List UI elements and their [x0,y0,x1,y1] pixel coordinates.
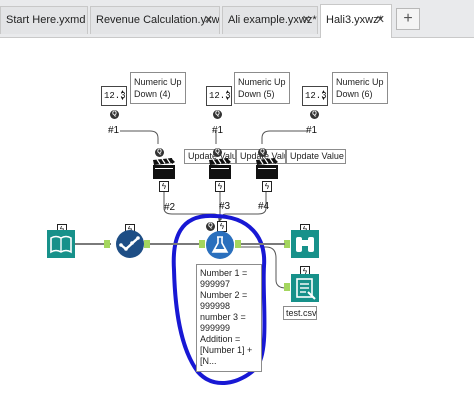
question-anchor-icon[interactable]: Q [258,148,267,157]
numeric-up-down-icon[interactable]: 12.3 ▲ ▼ [302,86,328,106]
connection-label: #4 [258,201,270,212]
tab-close-icon[interactable]: ✕ [376,5,385,35]
question-anchor-icon[interactable]: Q [206,222,215,231]
question-anchor-icon[interactable]: Q [110,110,119,119]
tool-annotation: Update Value [286,149,346,164]
tab-start-here[interactable]: Start Here.yxmd [0,6,88,34]
question-anchor-icon[interactable]: Q [213,110,222,119]
tool-annotation: Numeric Up Down (6) [332,72,388,104]
select-checkmark-icon[interactable] [116,230,144,258]
numeric-up-down-icon[interactable]: 12.3 ▲ ▼ [206,86,232,106]
tab-hali3[interactable]: Hali3.yxwz* ✕ [320,4,392,38]
new-tab-button[interactable]: + [396,8,420,30]
question-anchor-icon[interactable]: Q [310,110,319,119]
input-anchor[interactable] [284,283,290,291]
connector-line [120,130,159,144]
workflow-canvas[interactable]: 12.3 ▲ ▼ Numeric Up Down (4) Q #1 12.3 ▲ ▼… [0,38,474,405]
designer-window: Start Here.yxmd Revenue Calculation.yxwz… [0,0,474,405]
lightning-bolt-icon[interactable]: ϟ [215,181,225,192]
formula-annotation: Number 1 = 999997 Number 2 = 999998 numb… [196,264,262,372]
input-anchor[interactable] [104,240,110,248]
tool-annotation: test.csv [283,306,317,320]
tab-ali-example[interactable]: Ali example.yxwz* ✕ [222,6,318,34]
connection-label: #1 [306,125,318,136]
tool-annotation: Numeric Up Down (4) [130,72,186,104]
update-value-clapperboard-icon[interactable] [208,158,232,180]
question-anchor-icon[interactable]: Q [213,148,222,157]
connection-label: #1 [108,125,120,136]
workflow-tab-bar: Start Here.yxmd Revenue Calculation.yxwz… [0,0,474,38]
connector-line [261,130,308,144]
connection-label: #3 [219,201,231,212]
numeric-up-down-icon[interactable]: 12.3 ▲ ▼ [101,86,127,106]
spinner-arrows-icon: ▲ ▼ [120,89,124,102]
browse-binoculars-icon[interactable] [291,230,319,258]
lightning-bolt-icon[interactable]: ϟ [262,181,272,192]
formula-flask-icon[interactable] [206,231,234,259]
tab-label: Start Here.yxmd [6,14,86,26]
output-data-icon[interactable] [291,274,319,302]
connector-line [241,243,285,245]
connector-line [150,243,202,245]
input-data-book-icon[interactable] [47,230,75,258]
connection-label: #1 [212,125,224,136]
tool-annotation: Numeric Up Down (5) [234,72,290,104]
tab-close-icon[interactable]: ✕ [204,7,213,33]
spinner-arrows-icon: ▲ ▼ [321,89,325,102]
update-value-clapperboard-icon[interactable] [152,158,176,180]
tab-label: Hali3.yxwz* [326,14,383,26]
lightning-bolt-icon[interactable]: ϟ [159,181,169,192]
spinner-arrows-icon: ▲ ▼ [225,89,229,102]
connection-label: #2 [164,202,176,213]
tab-close-icon[interactable]: ✕ [302,7,311,33]
question-anchor-icon[interactable]: Q [155,148,164,157]
update-value-clapperboard-icon[interactable] [255,158,279,180]
tab-label: Revenue Calculation.yxwz* [96,14,220,26]
tab-revenue-calculation[interactable]: Revenue Calculation.yxwz* ✕ [90,6,220,34]
input-anchor[interactable] [199,240,205,248]
